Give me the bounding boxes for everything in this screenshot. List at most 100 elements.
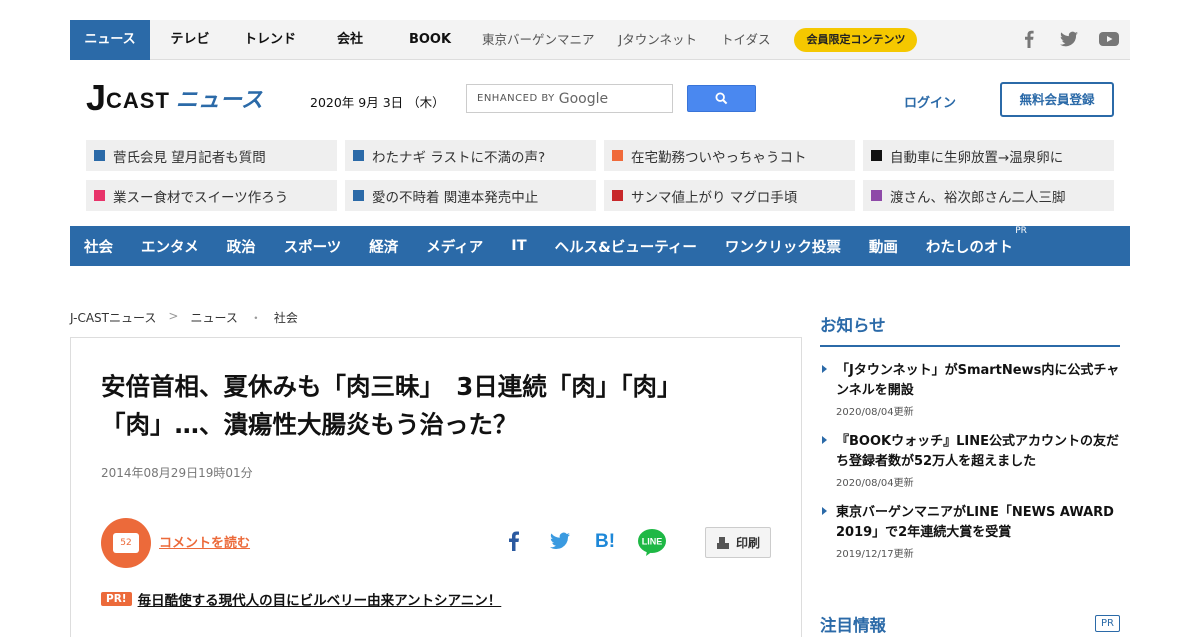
promo-tag: PR!: [101, 592, 132, 606]
category-link[interactable]: ヘルス&ビューティー: [555, 236, 697, 257]
topic-label: 愛の不時着 関連本発売中止: [372, 189, 539, 206]
svg-text:LINE: LINE: [642, 537, 663, 547]
category-link[interactable]: わたしのオト PR: [926, 226, 1027, 257]
category-link[interactable]: 経済: [369, 236, 398, 257]
article-date: 2014年08月29日19時01分: [101, 466, 253, 480]
category-label: スポーツ: [283, 239, 342, 256]
comment-count: 52: [120, 538, 132, 548]
breadcrumb-separator: >: [168, 309, 179, 323]
notice-item[interactable]: 東京バーゲンマニアがLINE「NEWS AWARD 2019」で2年連続大賞を受…: [820, 503, 1120, 560]
topic-color-marker: [94, 150, 105, 161]
comment-count-badge[interactable]: 52: [101, 518, 151, 568]
topic-label: わたナギ ラストに不満の声?: [372, 149, 546, 166]
comment-icon: 52: [113, 533, 139, 553]
nav-j-town-net[interactable]: Jタウンネット: [607, 20, 709, 60]
notice-item[interactable]: 「Jタウンネット」がSmartNews内に公式チャンネルを開設 2020/08/…: [820, 361, 1120, 418]
line-icon[interactable]: LINE: [637, 528, 667, 560]
search-placeholder: ENHANCED BY: [477, 93, 555, 104]
topic-color-marker: [353, 150, 364, 161]
read-comments-link[interactable]: コメントを読む: [159, 532, 250, 551]
attention-title: 注目情報: [820, 616, 886, 635]
notice-updated: 2020/08/04更新: [836, 407, 914, 418]
topic-tile[interactable]: サンマ値上がり マグロ手頃: [604, 180, 855, 211]
hatena-icon[interactable]: B!: [595, 531, 615, 553]
nav-bargain-mania[interactable]: 東京バーゲンマニア: [470, 20, 607, 60]
nav-book[interactable]: BOOK: [390, 20, 470, 60]
arrow-right-icon: [822, 436, 827, 444]
search-button[interactable]: [687, 85, 756, 112]
promo-link[interactable]: PR! 毎日酷使する現代人の目にビルベリー由来アントシアニン！: [101, 589, 501, 609]
topic-tile[interactable]: 自動車に生卵放置→温泉卵に: [863, 140, 1114, 171]
print-icon: [716, 536, 729, 549]
social-links: [1018, 28, 1120, 50]
category-label: 動画: [868, 239, 898, 256]
topic-tile[interactable]: 愛の不時着 関連本発売中止: [345, 180, 596, 211]
topic-label: 菅氏会見 望月記者も質問: [113, 149, 266, 166]
site-logo[interactable]: J CAST ニュース: [86, 80, 263, 116]
category-pr-badge: PR: [1015, 225, 1027, 236]
breadcrumb: J-CASTニュース > ニュース ・ 社会: [70, 309, 298, 326]
search-input[interactable]: ENHANCED BY Google: [466, 84, 673, 113]
register-button[interactable]: 無料会員登録: [1000, 82, 1114, 117]
topic-color-marker: [612, 190, 623, 201]
facebook-icon[interactable]: [505, 530, 523, 556]
category-link[interactable]: ワンクリック投票: [725, 236, 841, 257]
nav-company[interactable]: 会社: [310, 20, 390, 60]
topic-tile[interactable]: わたナギ ラストに不満の声?: [345, 140, 596, 171]
topic-label: 在宅勤務ついやっちゃうコト: [631, 149, 807, 166]
arrow-right-icon: [822, 365, 827, 373]
google-brand: Google: [558, 90, 609, 107]
notice-updated: 2020/08/04更新: [836, 478, 914, 489]
article-card: 安倍首相、夏休みも「肉三昧」 3日連続「肉」「肉」「肉」…、潰瘍性大腸炎もう治っ…: [70, 337, 802, 637]
category-link[interactable]: 政治: [227, 236, 256, 257]
facebook-icon[interactable]: [1018, 28, 1040, 50]
topic-color-marker: [94, 190, 105, 201]
topic-color-marker: [871, 190, 882, 201]
nav-trend[interactable]: トレンド: [230, 20, 310, 60]
article-title: 安倍首相、夏休みも「肉三昧」 3日連続「肉」「肉」「肉」…、潰瘍性大腸炎もう治っ…: [101, 372, 682, 439]
category-label: 経済: [369, 239, 399, 256]
breadcrumb-home[interactable]: J-CASTニュース: [70, 309, 156, 326]
login-link[interactable]: ログイン: [904, 92, 956, 111]
search-icon: [715, 92, 728, 105]
notices-title: お知らせ: [820, 312, 1120, 347]
topic-label: サンマ値上がり マグロ手頃: [631, 189, 798, 206]
topic-color-marker: [353, 190, 364, 201]
category-link[interactable]: メディア: [426, 236, 483, 257]
category-label: メディア: [426, 239, 484, 256]
topic-tile[interactable]: 菅氏会見 望月記者も質問: [86, 140, 337, 171]
print-label: 印刷: [735, 536, 760, 550]
notice-text: 「Jタウンネット」がSmartNews内に公式チャンネルを開設: [836, 363, 1120, 398]
breadcrumb-society[interactable]: 社会: [274, 309, 298, 326]
notice-text: 『BOOKウォッチ』LINE公式アカウントの友だち登録者数が52万人を超えました: [836, 434, 1119, 469]
category-link[interactable]: エンタメ: [141, 236, 199, 257]
nav-toidasu[interactable]: トイダス: [709, 20, 783, 60]
sidebar-notices: お知らせ 「Jタウンネット」がSmartNews内に公式チャンネルを開設 202…: [820, 312, 1120, 560]
topic-tiles: 菅氏会見 望月記者も質問 わたナギ ラストに不満の声? 在宅勤務ついやっちゃうコト 自…: [86, 140, 1116, 211]
twitter-icon[interactable]: [549, 532, 571, 554]
topic-tile[interactable]: 業スー食材でスイーツ作ろう: [86, 180, 337, 211]
notice-updated: 2019/12/17更新: [836, 549, 914, 560]
attention-section: 注目情報 PR: [820, 612, 1120, 636]
notice-item[interactable]: 『BOOKウォッチ』LINE公式アカウントの友だち登録者数が52万人を超えました…: [820, 432, 1120, 489]
topic-label: 業スー食材でスイーツ作ろう: [113, 189, 289, 206]
site-header: J CAST ニュース 2020年 9月 3日 （木） ENHANCED BY …: [70, 72, 1130, 128]
category-link[interactable]: IT: [511, 238, 526, 254]
logo-cast: CAST: [106, 88, 170, 113]
twitter-icon[interactable]: [1058, 28, 1080, 50]
nav-news[interactable]: ニュース: [70, 19, 150, 60]
category-link[interactable]: 社会: [84, 236, 113, 257]
topic-color-marker: [871, 150, 882, 161]
logo-news: ニュース: [175, 88, 263, 113]
breadcrumb-news[interactable]: ニュース: [190, 309, 237, 326]
topic-label: 渡さん、裕次郎さん二人三脚: [890, 189, 1066, 206]
category-link[interactable]: 動画: [869, 236, 898, 257]
member-content-badge[interactable]: 会員限定コンテンツ: [794, 27, 918, 52]
nav-tv[interactable]: テレビ: [150, 20, 230, 60]
youtube-icon[interactable]: [1098, 28, 1120, 50]
attention-pr-badge: PR: [1095, 615, 1120, 632]
topic-tile[interactable]: 渡さん、裕次郎さん二人三脚: [863, 180, 1114, 211]
print-button[interactable]: 印刷: [705, 527, 771, 558]
category-link[interactable]: スポーツ: [284, 236, 342, 257]
topic-tile[interactable]: 在宅勤務ついやっちゃうコト: [604, 140, 855, 171]
